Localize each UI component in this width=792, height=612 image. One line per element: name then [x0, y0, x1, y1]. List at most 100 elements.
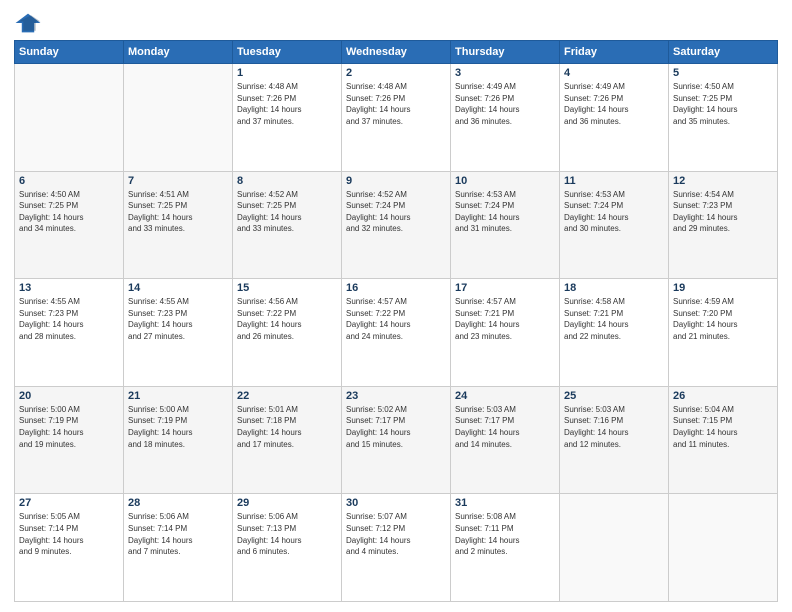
week-row-2: 6 Sunrise: 4:50 AM Sunset: 7:25 PM Daylig… [15, 171, 778, 279]
calendar-cell: 28 Sunrise: 5:06 AM Sunset: 7:14 PM Dayli… [124, 494, 233, 602]
cell-info: Sunrise: 5:00 AM Sunset: 7:19 PM Dayligh… [19, 404, 119, 450]
day-number: 21 [128, 390, 228, 402]
day-number: 20 [19, 390, 119, 402]
calendar-cell: 27 Sunrise: 5:05 AM Sunset: 7:14 PM Dayli… [15, 494, 124, 602]
header [14, 12, 778, 34]
weekday-header-tuesday: Tuesday [233, 41, 342, 64]
cell-info: Sunrise: 5:05 AM Sunset: 7:14 PM Dayligh… [19, 511, 119, 557]
day-number: 13 [19, 282, 119, 294]
cell-info: Sunrise: 5:07 AM Sunset: 7:12 PM Dayligh… [346, 511, 446, 557]
day-number: 26 [673, 390, 773, 402]
calendar-cell [669, 494, 778, 602]
day-number: 8 [237, 175, 337, 187]
weekday-header-monday: Monday [124, 41, 233, 64]
calendar-cell: 18 Sunrise: 4:58 AM Sunset: 7:21 PM Dayli… [560, 279, 669, 387]
calendar-table: SundayMondayTuesdayWednesdayThursdayFrid… [14, 40, 778, 602]
day-number: 30 [346, 497, 446, 509]
calendar-cell: 30 Sunrise: 5:07 AM Sunset: 7:12 PM Dayli… [342, 494, 451, 602]
day-number: 11 [564, 175, 664, 187]
calendar-cell: 15Sunrise: 4:56 AM Sunset: 7:22 PM Dayli… [233, 279, 342, 387]
weekday-header-thursday: Thursday [451, 41, 560, 64]
cell-info: Sunrise: 4:50 AM Sunset: 7:25 PM Dayligh… [673, 81, 773, 127]
calendar-cell [560, 494, 669, 602]
calendar-cell: 12 Sunrise: 4:54 AM Sunset: 7:23 PM Dayli… [669, 171, 778, 279]
logo-icon [14, 12, 42, 34]
calendar-cell: 7 Sunrise: 4:51 AM Sunset: 7:25 PM Daylig… [124, 171, 233, 279]
cell-info: Sunrise: 4:58 AM Sunset: 7:21 PM Dayligh… [564, 296, 664, 342]
cell-info: Sunrise: 5:04 AM Sunset: 7:15 PM Dayligh… [673, 404, 773, 450]
calendar-cell: 24 Sunrise: 5:03 AM Sunset: 7:17 PM Dayli… [451, 386, 560, 494]
week-row-4: 20 Sunrise: 5:00 AM Sunset: 7:19 PM Dayli… [15, 386, 778, 494]
calendar-cell: 19Sunrise: 4:59 AM Sunset: 7:20 PM Dayli… [669, 279, 778, 387]
calendar-cell: 26 Sunrise: 5:04 AM Sunset: 7:15 PM Dayli… [669, 386, 778, 494]
day-number: 23 [346, 390, 446, 402]
week-row-5: 27 Sunrise: 5:05 AM Sunset: 7:14 PM Dayli… [15, 494, 778, 602]
cell-info: Sunrise: 5:06 AM Sunset: 7:14 PM Dayligh… [128, 511, 228, 557]
cell-info: Sunrise: 4:55 AM Sunset: 7:23 PM Dayligh… [19, 296, 119, 342]
cell-info: Sunrise: 5:03 AM Sunset: 7:17 PM Dayligh… [455, 404, 555, 450]
cell-info: Sunrise: 4:50 AM Sunset: 7:25 PM Dayligh… [19, 189, 119, 235]
day-number: 7 [128, 175, 228, 187]
calendar-cell: 14 Sunrise: 4:55 AM Sunset: 7:23 PM Dayli… [124, 279, 233, 387]
cell-info: Sunrise: 5:03 AM Sunset: 7:16 PM Dayligh… [564, 404, 664, 450]
calendar-cell: 23Sunrise: 5:02 AM Sunset: 7:17 PM Dayli… [342, 386, 451, 494]
day-number: 27 [19, 497, 119, 509]
day-number: 31 [455, 497, 555, 509]
week-row-1: 1Sunrise: 4:48 AM Sunset: 7:26 PM Daylig… [15, 64, 778, 172]
day-number: 18 [564, 282, 664, 294]
cell-info: Sunrise: 4:55 AM Sunset: 7:23 PM Dayligh… [128, 296, 228, 342]
day-number: 25 [564, 390, 664, 402]
day-number: 14 [128, 282, 228, 294]
calendar-cell: 31 Sunrise: 5:08 AM Sunset: 7:11 PM Dayli… [451, 494, 560, 602]
week-row-3: 13 Sunrise: 4:55 AM Sunset: 7:23 PM Dayli… [15, 279, 778, 387]
calendar-cell: 9Sunrise: 4:52 AM Sunset: 7:24 PM Daylig… [342, 171, 451, 279]
day-number: 17 [455, 282, 555, 294]
weekday-header-wednesday: Wednesday [342, 41, 451, 64]
cell-info: Sunrise: 4:52 AM Sunset: 7:25 PM Dayligh… [237, 189, 337, 235]
day-number: 15 [237, 282, 337, 294]
day-number: 12 [673, 175, 773, 187]
day-number: 3 [455, 67, 555, 79]
cell-info: Sunrise: 5:01 AM Sunset: 7:18 PM Dayligh… [237, 404, 337, 450]
cell-info: Sunrise: 4:59 AM Sunset: 7:20 PM Dayligh… [673, 296, 773, 342]
calendar-cell [124, 64, 233, 172]
cell-info: Sunrise: 5:00 AM Sunset: 7:19 PM Dayligh… [128, 404, 228, 450]
calendar-cell: 8 Sunrise: 4:52 AM Sunset: 7:25 PM Daylig… [233, 171, 342, 279]
calendar-cell: 29Sunrise: 5:06 AM Sunset: 7:13 PM Dayli… [233, 494, 342, 602]
cell-info: Sunrise: 4:53 AM Sunset: 7:24 PM Dayligh… [455, 189, 555, 235]
weekday-header-friday: Friday [560, 41, 669, 64]
cell-info: Sunrise: 5:08 AM Sunset: 7:11 PM Dayligh… [455, 511, 555, 557]
calendar-cell: 16Sunrise: 4:57 AM Sunset: 7:22 PM Dayli… [342, 279, 451, 387]
cell-info: Sunrise: 4:54 AM Sunset: 7:23 PM Dayligh… [673, 189, 773, 235]
calendar-cell: 21 Sunrise: 5:00 AM Sunset: 7:19 PM Dayli… [124, 386, 233, 494]
day-number: 6 [19, 175, 119, 187]
day-number: 2 [346, 67, 446, 79]
weekday-header-sunday: Sunday [15, 41, 124, 64]
day-number: 22 [237, 390, 337, 402]
cell-info: Sunrise: 4:52 AM Sunset: 7:24 PM Dayligh… [346, 189, 446, 235]
cell-info: Sunrise: 4:48 AM Sunset: 7:26 PM Dayligh… [346, 81, 446, 127]
calendar-cell: 6 Sunrise: 4:50 AM Sunset: 7:25 PM Daylig… [15, 171, 124, 279]
day-number: 28 [128, 497, 228, 509]
day-number: 5 [673, 67, 773, 79]
weekday-header-saturday: Saturday [669, 41, 778, 64]
calendar-cell: 2 Sunrise: 4:48 AM Sunset: 7:26 PM Daylig… [342, 64, 451, 172]
cell-info: Sunrise: 4:53 AM Sunset: 7:24 PM Dayligh… [564, 189, 664, 235]
day-number: 29 [237, 497, 337, 509]
day-number: 4 [564, 67, 664, 79]
cell-info: Sunrise: 4:48 AM Sunset: 7:26 PM Dayligh… [237, 81, 337, 127]
weekday-header-row: SundayMondayTuesdayWednesdayThursdayFrid… [15, 41, 778, 64]
cell-info: Sunrise: 4:57 AM Sunset: 7:21 PM Dayligh… [455, 296, 555, 342]
calendar-cell [15, 64, 124, 172]
day-number: 10 [455, 175, 555, 187]
calendar-cell: 1Sunrise: 4:48 AM Sunset: 7:26 PM Daylig… [233, 64, 342, 172]
calendar-cell: 3 Sunrise: 4:49 AM Sunset: 7:26 PM Daylig… [451, 64, 560, 172]
calendar-cell: 13 Sunrise: 4:55 AM Sunset: 7:23 PM Dayli… [15, 279, 124, 387]
cell-info: Sunrise: 4:51 AM Sunset: 7:25 PM Dayligh… [128, 189, 228, 235]
calendar-cell: 10 Sunrise: 4:53 AM Sunset: 7:24 PM Dayli… [451, 171, 560, 279]
cell-info: Sunrise: 4:49 AM Sunset: 7:26 PM Dayligh… [455, 81, 555, 127]
day-number: 16 [346, 282, 446, 294]
day-number: 24 [455, 390, 555, 402]
calendar-cell: 25 Sunrise: 5:03 AM Sunset: 7:16 PM Dayli… [560, 386, 669, 494]
calendar-cell: 22 Sunrise: 5:01 AM Sunset: 7:18 PM Dayli… [233, 386, 342, 494]
